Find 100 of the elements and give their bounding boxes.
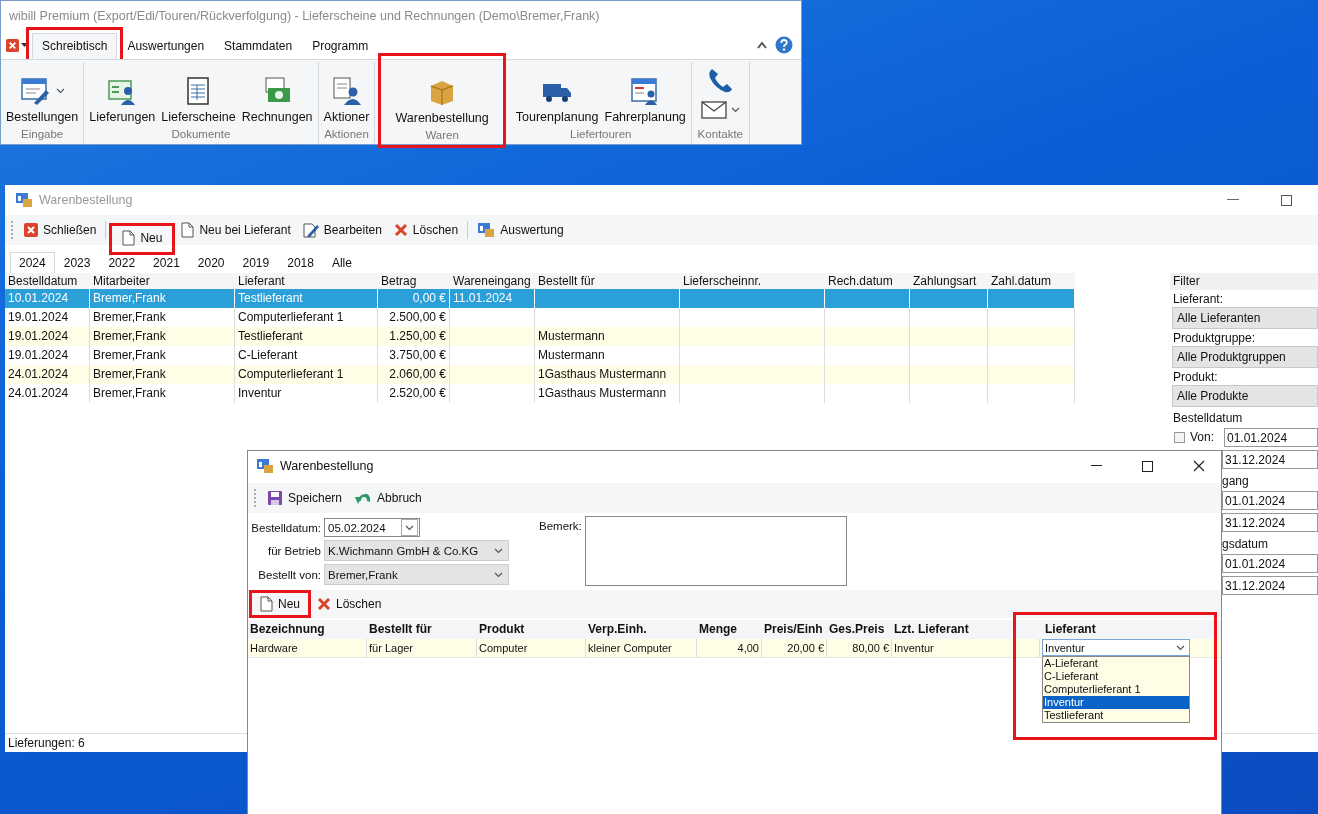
date-field[interactable]: 01.01.2024: [1222, 553, 1318, 573]
year-tab[interactable]: 2019: [233, 252, 279, 273]
column-header[interactable]: Preis/Einh: [762, 620, 827, 639]
menu-tab[interactable]: Stammdaten: [214, 33, 303, 59]
toolbar-button[interactable]: Bearbeiten: [299, 219, 385, 241]
column-header[interactable]: Mitarbeiter: [90, 273, 235, 289]
document-icon: [181, 222, 195, 238]
date-field[interactable]: 01.01.2024: [1222, 490, 1318, 510]
column-header[interactable]: Zahlungsart: [910, 273, 988, 289]
ribbon-button[interactable]: Aktioner: [321, 76, 372, 124]
date-field[interactable]: 31.12.2024: [1222, 512, 1318, 532]
group-label: Liefertouren: [569, 128, 633, 142]
year-tab[interactable]: 2022: [99, 252, 145, 273]
column-header[interactable]: Lieferant: [235, 273, 378, 289]
group-label: Aktionen: [323, 128, 370, 142]
year-tab[interactable]: Alle: [322, 252, 361, 273]
company-dropdown[interactable]: K.Wichmann GmbH & Co.KG: [324, 540, 509, 561]
minimize-icon[interactable]: [1091, 465, 1102, 467]
remark-field[interactable]: [585, 516, 847, 586]
employee-dropdown[interactable]: Bremer,Frank: [324, 564, 509, 585]
column-header[interactable]: Bestellt für: [535, 273, 680, 289]
column-header[interactable]: Lieferscheinnr.: [680, 273, 825, 289]
table-cell: 10.01.2024: [5, 289, 90, 308]
ribbon-button[interactable]: Warenbestellung: [393, 77, 491, 125]
column-header[interactable]: Wareneingang: [450, 273, 535, 289]
date-picker[interactable]: 05.02.2024: [324, 518, 420, 537]
year-tab[interactable]: 2024: [10, 252, 55, 273]
column-header[interactable]: Lzt. Lieferant: [892, 620, 1040, 639]
save-icon: [267, 490, 283, 506]
toolbar-button[interactable]: Auswertung: [474, 219, 567, 241]
menu-tab[interactable]: Programm: [302, 33, 379, 59]
table-row[interactable]: 24.01.2024 Bremer,Frank Computerlieferant 1 2.060,00 € 1Gasthaus Mustermann: [5, 365, 1075, 384]
table-cell: kleiner Computer: [586, 639, 697, 657]
toolbar-button[interactable]: Schließen: [21, 219, 100, 241]
toolbar-button[interactable]: Neu: [112, 226, 173, 252]
date-field[interactable]: 01.01.2024: [1224, 427, 1318, 447]
caret-icon: [55, 88, 65, 94]
close-icon[interactable]: [1193, 460, 1205, 472]
toolbar-button[interactable]: Abbruch: [351, 487, 425, 509]
filter-label: Bestelldatum: [1172, 410, 1244, 426]
table-cell: Testlieferant: [235, 327, 378, 346]
toolbar-button[interactable]: Neu bei Lieferant: [178, 219, 294, 241]
filter-label: Lieferant:: [1172, 291, 1225, 307]
ribbon-button[interactable]: Lieferscheine: [159, 76, 238, 124]
table-cell: 11.01.2024: [450, 289, 535, 308]
year-tab[interactable]: 2020: [188, 252, 234, 273]
maximize-icon[interactable]: [1142, 460, 1153, 472]
filter-label: Produktgruppe:: [1172, 330, 1257, 346]
table-cell: 1Gasthaus Mustermann: [535, 384, 680, 403]
year-tab[interactable]: 2021: [144, 252, 189, 273]
date-field[interactable]: 31.12.2024: [1222, 449, 1318, 469]
toolbar-button[interactable]: Löschen: [390, 219, 462, 241]
ribbon-button[interactable]: Rechnungen: [239, 76, 315, 124]
dropdown-option[interactable]: C-Lieferant: [1043, 670, 1189, 683]
supplier-dropdown[interactable]: Inventur: [1042, 639, 1190, 656]
ribbon-button[interactable]: Bestellungen: [4, 76, 81, 124]
ribbon-button[interactable]: Lieferungen: [87, 76, 158, 124]
toolbar-button[interactable]: Löschen: [314, 593, 385, 615]
maximize-icon[interactable]: [1281, 194, 1292, 206]
column-header[interactable]: Zahl.datum: [988, 273, 1075, 289]
table-cell: Bremer,Frank: [90, 384, 235, 403]
report-icon: [256, 458, 274, 474]
group-label: Waren: [424, 129, 460, 143]
caret-icon: [21, 42, 28, 48]
caret-icon: [405, 524, 414, 531]
year-tab[interactable]: 2023: [54, 252, 100, 273]
dropdown-option[interactable]: A-Lieferant: [1043, 657, 1189, 670]
column-header[interactable]: Bestelldatum: [5, 273, 90, 289]
column-header[interactable]: Bezeichnung: [248, 620, 367, 639]
field-label: für Betrieb: [266, 544, 321, 557]
filter-dropdown[interactable]: Alle Lieferanten: [1172, 307, 1318, 329]
table-row[interactable]: 19.01.2024 Bremer,Frank Testlieferant 1.250,00 € Mustermann: [5, 327, 1075, 346]
column-header[interactable]: Bestellt für: [367, 620, 477, 639]
dropdown-option[interactable]: Testlieferant: [1043, 709, 1189, 722]
dropdown-option[interactable]: Computerlieferant 1: [1043, 683, 1189, 696]
column-header[interactable]: Betrag: [378, 273, 450, 289]
filter-dropdown[interactable]: Alle Produktgruppen: [1172, 346, 1318, 368]
column-header[interactable]: Menge: [697, 620, 762, 639]
table-row[interactable]: 24.01.2024 Bremer,Frank Inventur 2.520,00 € 1Gasthaus Mustermann: [5, 384, 1075, 403]
ribbon-button[interactable]: Fahrerplanung: [602, 76, 688, 124]
year-tab[interactable]: 2018: [278, 252, 323, 273]
menu-tab[interactable]: Auswertungen: [117, 33, 215, 59]
checkbox[interactable]: [1174, 431, 1185, 443]
filter-dropdown[interactable]: Alle Produkte: [1172, 385, 1318, 407]
column-header[interactable]: Lieferant: [1040, 620, 1192, 639]
date-field[interactable]: 31.12.2024: [1222, 575, 1318, 595]
collapse-icon[interactable]: [757, 41, 767, 49]
table-cell: 2.520,00 €: [378, 384, 450, 403]
dropdown-option[interactable]: Inventur: [1043, 696, 1189, 709]
help-icon[interactable]: [775, 36, 793, 54]
table-cell: Computerlieferant 1: [235, 365, 378, 384]
column-header[interactable]: Ges.Preis: [827, 620, 892, 639]
column-header[interactable]: Produkt: [477, 620, 586, 639]
toolbar-button[interactable]: Speichern: [264, 487, 346, 509]
toolbar-button[interactable]: Neu: [252, 593, 308, 615]
table-cell: 80,00 €: [827, 639, 892, 657]
table-cell: 1Gasthaus Mustermann: [535, 365, 680, 384]
ribbon-button[interactable]: Tourenplanung: [513, 76, 601, 124]
column-header[interactable]: Rech.datum: [825, 273, 910, 289]
column-header[interactable]: Verp.Einh.: [586, 620, 697, 639]
